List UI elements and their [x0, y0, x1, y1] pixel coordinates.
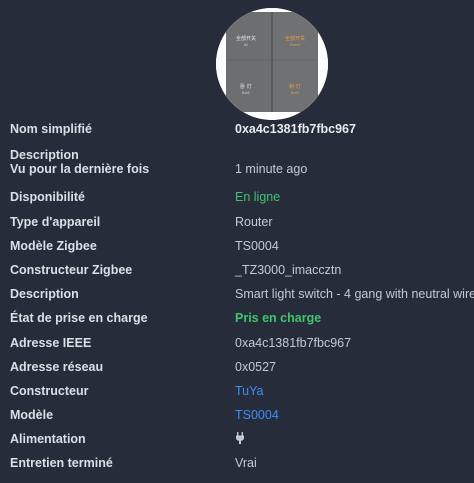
- row-manufacturer: Constructeur TuYa: [0, 380, 474, 404]
- model-link[interactable]: TS0004: [235, 408, 279, 422]
- row-zigbee-manufacturer: Constructeur Zigbee _TZ3000_imaccztn: [0, 259, 474, 283]
- row-label: État de prise en charge: [10, 311, 148, 326]
- device-properties-list: Nom simplifié 0xa4c1381fb7fbc967 Descrip…: [0, 118, 474, 477]
- row-device-type: Type d'appareil Router: [0, 211, 474, 235]
- row-description-empty: Description: [0, 142, 474, 162]
- row-label: Constructeur: [10, 383, 89, 398]
- row-interview-completed: Entretien terminé Vrai: [0, 452, 474, 476]
- row-label: Modèle: [10, 408, 54, 423]
- panel-sublabel-bottom-left: Bath: [242, 91, 250, 95]
- row-value: Router: [235, 214, 273, 229]
- row-value: 1 minute ago: [235, 162, 308, 177]
- row-label: Modèle Zigbee: [10, 238, 97, 253]
- row-label: Adresse réseau: [10, 359, 104, 374]
- row-label: Adresse IEEE: [10, 335, 92, 350]
- row-ieee-address: Adresse IEEE 0xa4c1381fb7fbc967: [0, 332, 474, 356]
- row-value: 0xa4c1381fb7fbc967: [235, 122, 356, 136]
- status-badge: En ligne: [235, 190, 281, 205]
- plug-icon: [235, 432, 245, 447]
- row-label: Description: [10, 148, 79, 163]
- panel-sublabel-top-left: All: [244, 43, 248, 47]
- row-label: Disponibilité: [10, 190, 85, 205]
- row-value: Smart light switch - 4 gang with neutral…: [235, 287, 474, 302]
- panel-label-bottom-right: 射 灯: [289, 83, 301, 90]
- panel-sublabel-top-right: Event: [290, 43, 301, 47]
- row-value: _TZ3000_imaccztn: [235, 262, 342, 277]
- row-label: Entretien terminé: [10, 456, 113, 471]
- row-last-seen: Vu pour la dernière fois 1 minute ago: [0, 162, 474, 186]
- plug-icon-svg: [236, 432, 244, 445]
- device-image: 全部开关 All 全部开关 Event 卧 灯 Bath 射 灯 Bath: [216, 8, 328, 120]
- row-value: TS0004: [235, 238, 279, 253]
- row-label: Nom simplifié: [10, 122, 92, 136]
- row-power-source: Alimentation: [0, 428, 474, 452]
- row-value: 0xa4c1381fb7fbc967: [235, 335, 352, 350]
- row-support-status: État de prise en charge Pris en charge: [0, 307, 474, 331]
- row-label: Vu pour la dernière fois: [10, 162, 150, 177]
- panel-label-top-left: 全部开关: [236, 35, 256, 42]
- switch-panel-photo: 全部开关 All 全部开关 Event 卧 灯 Bath 射 灯 Bath: [216, 8, 328, 120]
- row-availability: Disponibilité En ligne: [0, 186, 474, 210]
- status-badge: Pris en charge: [235, 311, 322, 326]
- row-label: Constructeur Zigbee: [10, 262, 133, 277]
- row-value: Vrai: [235, 456, 257, 471]
- device-info-panel: 全部开关 All 全部开关 Event 卧 灯 Bath 射 灯 Bath No…: [0, 0, 474, 483]
- panel-label-top-right: 全部开关: [285, 35, 305, 42]
- panel-label-bottom-left: 卧 灯: [240, 83, 252, 90]
- row-description: Description Smart light switch - 4 gang …: [0, 283, 474, 307]
- row-model: Modèle TS0004: [0, 404, 474, 428]
- row-value: 0x0527: [235, 359, 277, 374]
- row-zigbee-model: Modèle Zigbee TS0004: [0, 235, 474, 259]
- panel-sublabel-bottom-right: Bath: [291, 91, 299, 95]
- row-label: Description: [10, 287, 79, 302]
- row-friendly-name: Nom simplifié 0xa4c1381fb7fbc967: [0, 118, 474, 142]
- manufacturer-link[interactable]: TuYa: [235, 384, 264, 398]
- row-network-address: Adresse réseau 0x0527: [0, 356, 474, 380]
- row-label: Type d'appareil: [10, 214, 101, 229]
- row-label: Alimentation: [10, 432, 86, 447]
